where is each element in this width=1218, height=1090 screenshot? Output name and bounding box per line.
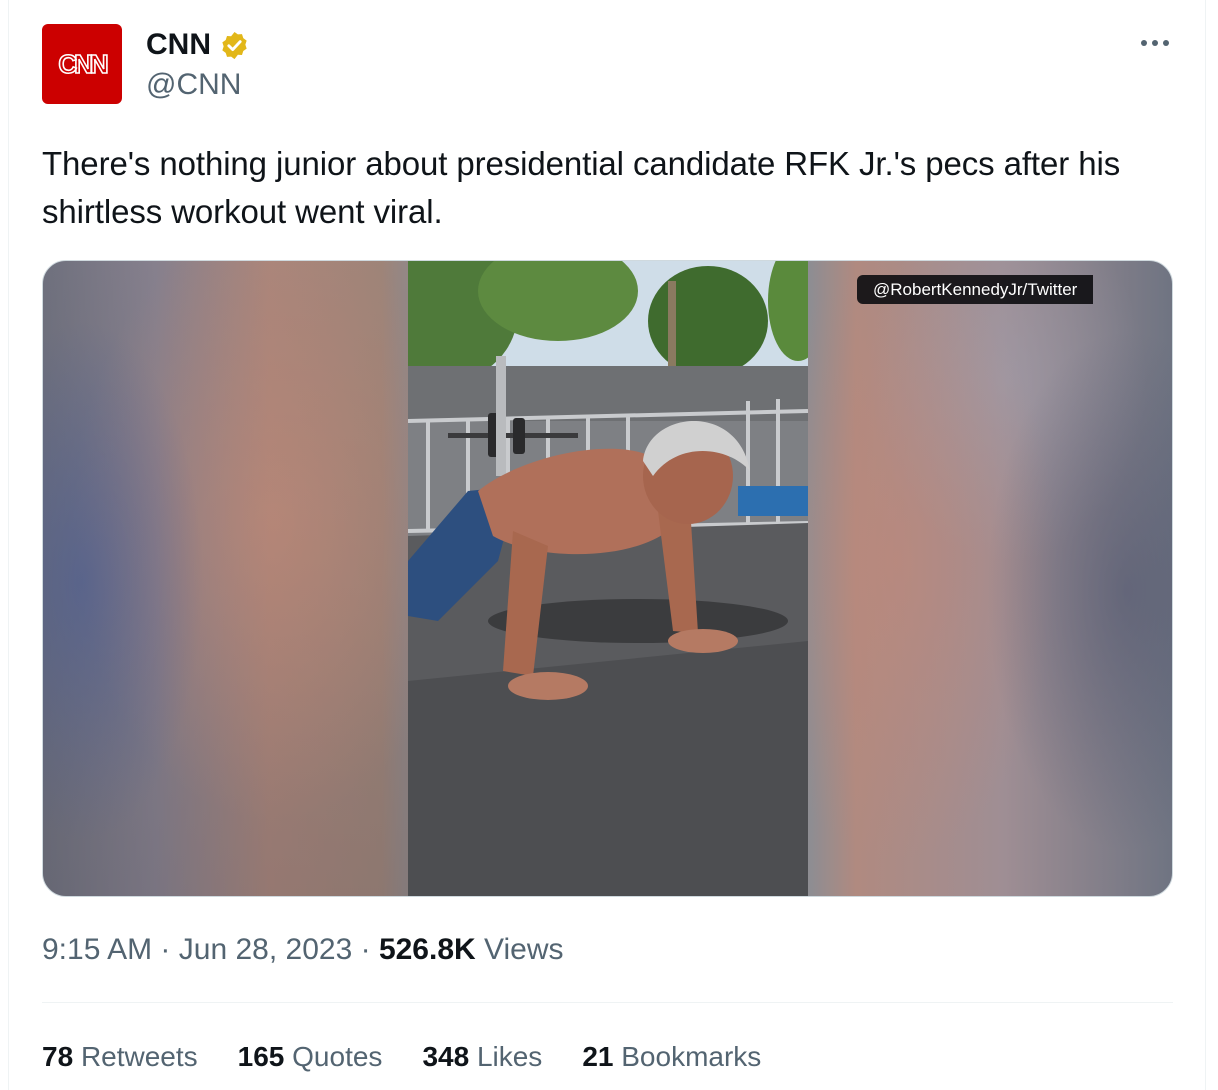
retweets-label: Retweets bbox=[80, 1041, 198, 1072]
quotes-label: Quotes bbox=[292, 1041, 383, 1072]
likes-count: 348 bbox=[422, 1041, 470, 1072]
media-watermark: @RobertKennedyJr/Twitter bbox=[857, 275, 1094, 304]
author-display-name-row[interactable]: CNN bbox=[146, 27, 250, 63]
tweet-meta: 9:15 AM · Jun 28, 2023 · 526.8K Views bbox=[42, 930, 564, 970]
more-icon bbox=[1141, 40, 1169, 46]
quotes-stat[interactable]: 165 Quotes bbox=[238, 1037, 383, 1077]
bookmarks-stat[interactable]: 21 Bookmarks bbox=[582, 1037, 761, 1077]
cnn-logo: CNN bbox=[58, 48, 112, 80]
likes-label: Likes bbox=[476, 1041, 543, 1072]
author-display-name[interactable]: CNN bbox=[146, 27, 211, 63]
media-blur-left bbox=[43, 261, 408, 896]
divider bbox=[42, 1002, 1173, 1003]
bookmarks-label: Bookmarks bbox=[621, 1041, 762, 1072]
engagement-stats: 78 Retweets 165 Quotes 348 Likes 21 Book… bbox=[42, 1037, 761, 1077]
tweet-media[interactable]: @RobertKennedyJr/Twitter bbox=[42, 260, 1173, 897]
video-frame[interactable] bbox=[408, 261, 808, 896]
retweets-count: 78 bbox=[42, 1041, 74, 1072]
media-blur-right bbox=[807, 261, 1172, 896]
tweet-card: CNN CNN @CNN There's nothing junior abou… bbox=[8, 0, 1206, 1090]
quotes-count: 165 bbox=[237, 1041, 285, 1072]
tweet-text: There's nothing junior about presidentia… bbox=[42, 145, 1121, 230]
views-label: Views bbox=[484, 933, 564, 966]
views-count: 526.8K bbox=[378, 933, 476, 966]
retweets-stat[interactable]: 78 Retweets bbox=[42, 1037, 198, 1077]
verified-badge-icon bbox=[222, 31, 247, 59]
more-button[interactable] bbox=[1135, 28, 1175, 58]
likes-stat[interactable]: 348 Likes bbox=[422, 1037, 542, 1077]
tweet-date[interactable]: Jun 28, 2023 bbox=[179, 933, 352, 966]
svg-text:CNN: CNN bbox=[58, 49, 108, 79]
pushup-video-still bbox=[408, 261, 808, 896]
meta-separator: · bbox=[160, 933, 171, 966]
author-handle[interactable]: @CNN bbox=[146, 67, 241, 103]
bookmarks-count: 21 bbox=[582, 1041, 614, 1072]
tweet-time[interactable]: 9:15 AM bbox=[42, 933, 152, 966]
meta-separator-2: · bbox=[360, 933, 371, 966]
avatar[interactable]: CNN bbox=[42, 24, 122, 104]
